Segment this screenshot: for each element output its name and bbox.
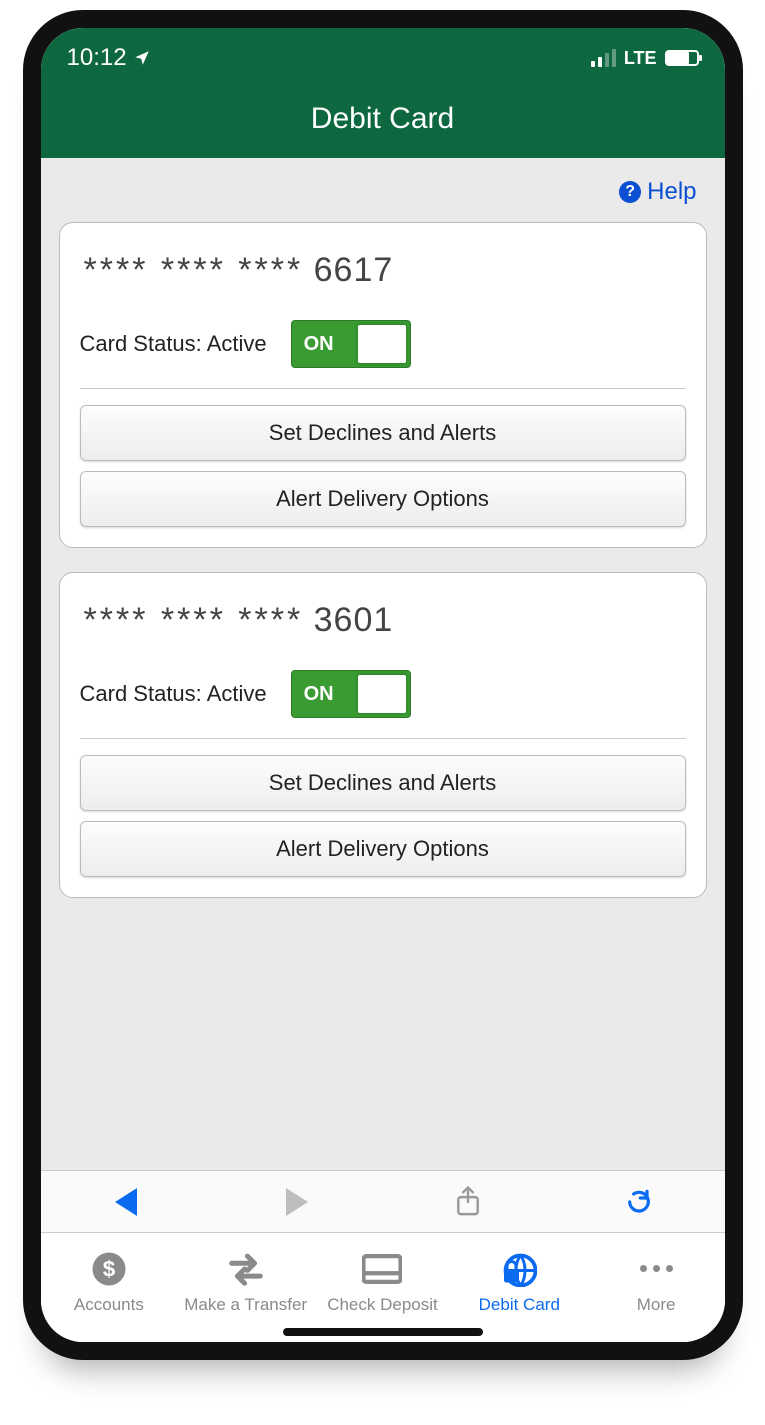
card-status-value: Active xyxy=(207,681,267,706)
toggle-knob xyxy=(358,675,406,713)
battery-icon xyxy=(665,50,699,66)
screen: 10:12 LTE Debit Card ? Help xyxy=(41,28,725,1342)
card-mask: **** **** **** xyxy=(84,601,304,639)
browser-toolbar xyxy=(41,1170,725,1232)
tab-transfer[interactable]: Make a Transfer xyxy=(181,1249,311,1315)
tab-label: Make a Transfer xyxy=(184,1295,307,1315)
card-status-value: Active xyxy=(207,331,267,356)
location-icon xyxy=(133,49,151,67)
toggle-knob xyxy=(358,325,406,363)
card-number: **** **** **** 6617 xyxy=(80,247,686,320)
set-declines-button[interactable]: Set Declines and Alerts xyxy=(80,405,686,461)
card-status-label: Card Status: xyxy=(80,681,202,706)
tab-label: More xyxy=(637,1295,676,1315)
check-icon xyxy=(362,1249,402,1289)
share-icon xyxy=(453,1185,483,1219)
card-status-toggle[interactable]: ON xyxy=(291,320,411,368)
forward-icon xyxy=(286,1188,308,1216)
card-number: **** **** **** 3601 xyxy=(80,597,686,670)
back-icon xyxy=(115,1188,137,1216)
back-button[interactable] xyxy=(106,1182,146,1222)
help-icon: ? xyxy=(619,181,641,203)
transfer-arrows-icon xyxy=(226,1249,266,1289)
card-actions: Set Declines and Alerts Alert Delivery O… xyxy=(80,388,686,527)
card-status-row: Card Status: Active ON xyxy=(80,320,686,388)
tab-debit-card[interactable]: Debit Card xyxy=(454,1249,584,1315)
signal-icon xyxy=(591,49,616,67)
toggle-label: ON xyxy=(304,333,334,356)
network-label: LTE xyxy=(624,48,657,69)
card-last4: 3601 xyxy=(314,601,394,639)
page-title: Debit Card xyxy=(41,78,725,158)
status-right: LTE xyxy=(591,48,699,69)
status-left: 10:12 xyxy=(67,44,151,72)
refresh-button[interactable] xyxy=(619,1182,659,1222)
phone-frame: 10:12 LTE Debit Card ? Help xyxy=(23,10,743,1360)
tab-accounts[interactable]: $ Accounts xyxy=(44,1249,174,1315)
status-bar: 10:12 LTE xyxy=(41,28,725,78)
refresh-icon xyxy=(623,1186,655,1218)
card-status-toggle[interactable]: ON xyxy=(291,670,411,718)
card-mask: **** **** **** xyxy=(84,251,304,289)
svg-text:$: $ xyxy=(103,1256,116,1281)
tab-label: Check Deposit xyxy=(327,1295,438,1315)
set-declines-button[interactable]: Set Declines and Alerts xyxy=(80,755,686,811)
tab-check-deposit[interactable]: Check Deposit xyxy=(317,1249,447,1315)
tab-label: Accounts xyxy=(74,1295,144,1315)
tab-more[interactable]: More xyxy=(591,1249,721,1315)
alert-delivery-button[interactable]: Alert Delivery Options xyxy=(80,821,686,877)
more-dots-icon xyxy=(636,1249,676,1289)
toggle-label: ON xyxy=(304,683,334,706)
dollar-circle-icon: $ xyxy=(89,1249,129,1289)
alert-delivery-button[interactable]: Alert Delivery Options xyxy=(80,471,686,527)
globe-lock-icon xyxy=(499,1249,539,1289)
card-panel: **** **** **** 3601 Card Status: Active … xyxy=(59,572,707,898)
card-actions: Set Declines and Alerts Alert Delivery O… xyxy=(80,738,686,877)
content: ? Help **** **** **** 6617 Card Status: … xyxy=(41,158,725,1170)
forward-button[interactable] xyxy=(277,1182,317,1222)
card-panel: **** **** **** 6617 Card Status: Active … xyxy=(59,222,707,548)
home-indicator xyxy=(283,1328,483,1336)
tab-label: Debit Card xyxy=(479,1295,560,1315)
card-status-label: Card Status: xyxy=(80,331,202,356)
help-label: Help xyxy=(647,178,696,206)
help-link[interactable]: ? Help xyxy=(59,174,707,222)
header: 10:12 LTE Debit Card xyxy=(41,28,725,158)
card-last4: 6617 xyxy=(314,251,394,289)
share-button[interactable] xyxy=(448,1182,488,1222)
tab-bar: $ Accounts Make a Transfer Check Deposit xyxy=(41,1232,725,1342)
card-status-row: Card Status: Active ON xyxy=(80,670,686,738)
status-time: 10:12 xyxy=(67,44,127,72)
